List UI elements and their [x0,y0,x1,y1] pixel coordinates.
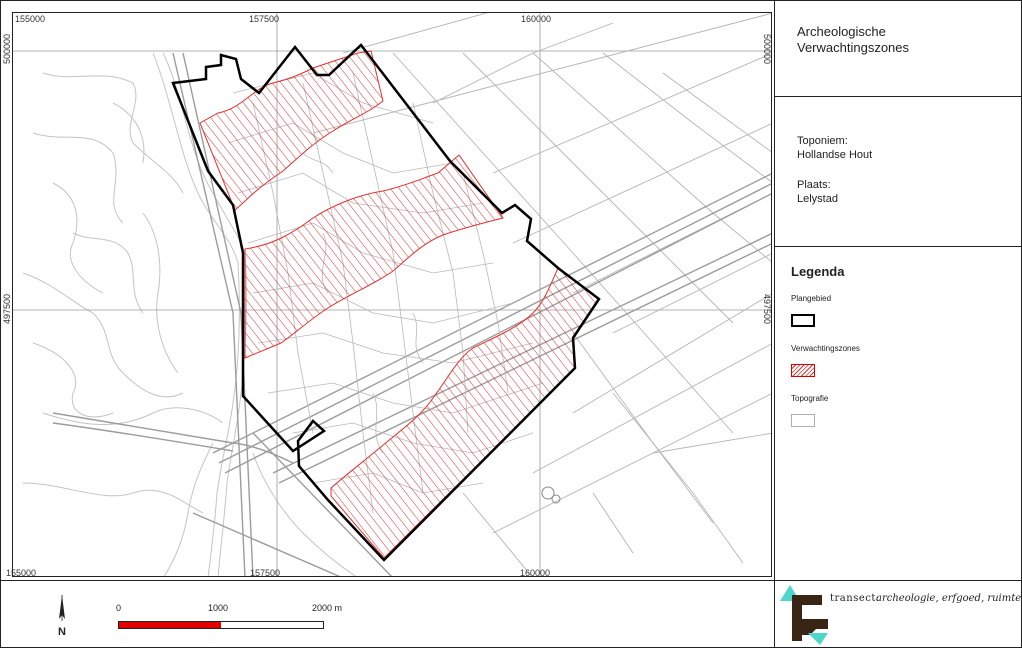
y-coord-left-1: 500000 [2,33,12,64]
toponiem-label: Toponiem: [797,135,848,147]
legend-label-topografie: Topografie [791,394,829,403]
north-arrow-icon: N [58,595,66,637]
footer-divider [774,581,775,648]
x-coord-top-3: 160000 [521,14,552,24]
scale-label-1000: 1000 [208,603,229,613]
x-coord-top-2: 157500 [249,14,280,24]
logo-brand: transect: [830,593,880,604]
map-area[interactable]: 155000 157500 160000 [12,12,772,577]
legend-swatch-topografie [791,414,815,427]
map-title: Archeologische Verwachtingszones [797,24,910,55]
legend-swatch-verwachtingszones [791,364,815,377]
north-label: N [58,626,66,637]
scale-label-0: 0 [116,603,122,613]
scale-bar-red-segment [119,622,221,628]
legend-label-plangebied: Plangebied [791,294,832,303]
panel-divider-1 [775,96,1022,97]
info-panel: Archeologische Verwachtingszones Toponie… [774,0,1022,580]
toponiem-value: Hollandse Hout [797,149,873,161]
plaats-label: Plaats: [797,179,831,191]
x-coord-bottom-2: 157500 [250,568,281,578]
logo-tagline: archeologie, erfgoed, ruimte [876,593,1022,604]
scale-label-2000: 2000 m [312,603,343,613]
y-coord-right-2: 497500 [762,294,772,325]
expectation-zone-south [330,267,599,559]
topography-map [13,13,771,576]
plaats-block: Plaats: Lelystad [797,178,838,206]
plaats-value: Lelystad [797,193,838,205]
expectation-zones [199,50,599,559]
panel-divider-2 [775,246,1022,247]
legend-swatch-plangebied [791,314,815,327]
legend-title: Legenda [791,264,845,279]
footer-strip: N 0 1000 2000 m transect: archeologie, e… [0,580,1022,648]
transect-logo-icon [780,585,828,645]
expectation-zone-north [199,50,384,211]
scale-bar [118,621,324,629]
toponiem-block: Toponiem: Hollandse Hout [797,134,872,162]
x-coord-bottom-1: 155000 [6,568,37,578]
y-coord-right-1: 500000 [762,34,772,65]
y-coord-left-2: 497500 [2,293,12,324]
legend-label-verwachtingszones: Verwachtingszones [791,344,860,353]
x-coord-bottom-3: 160000 [520,568,551,578]
x-coord-top-1: 155000 [15,14,46,24]
